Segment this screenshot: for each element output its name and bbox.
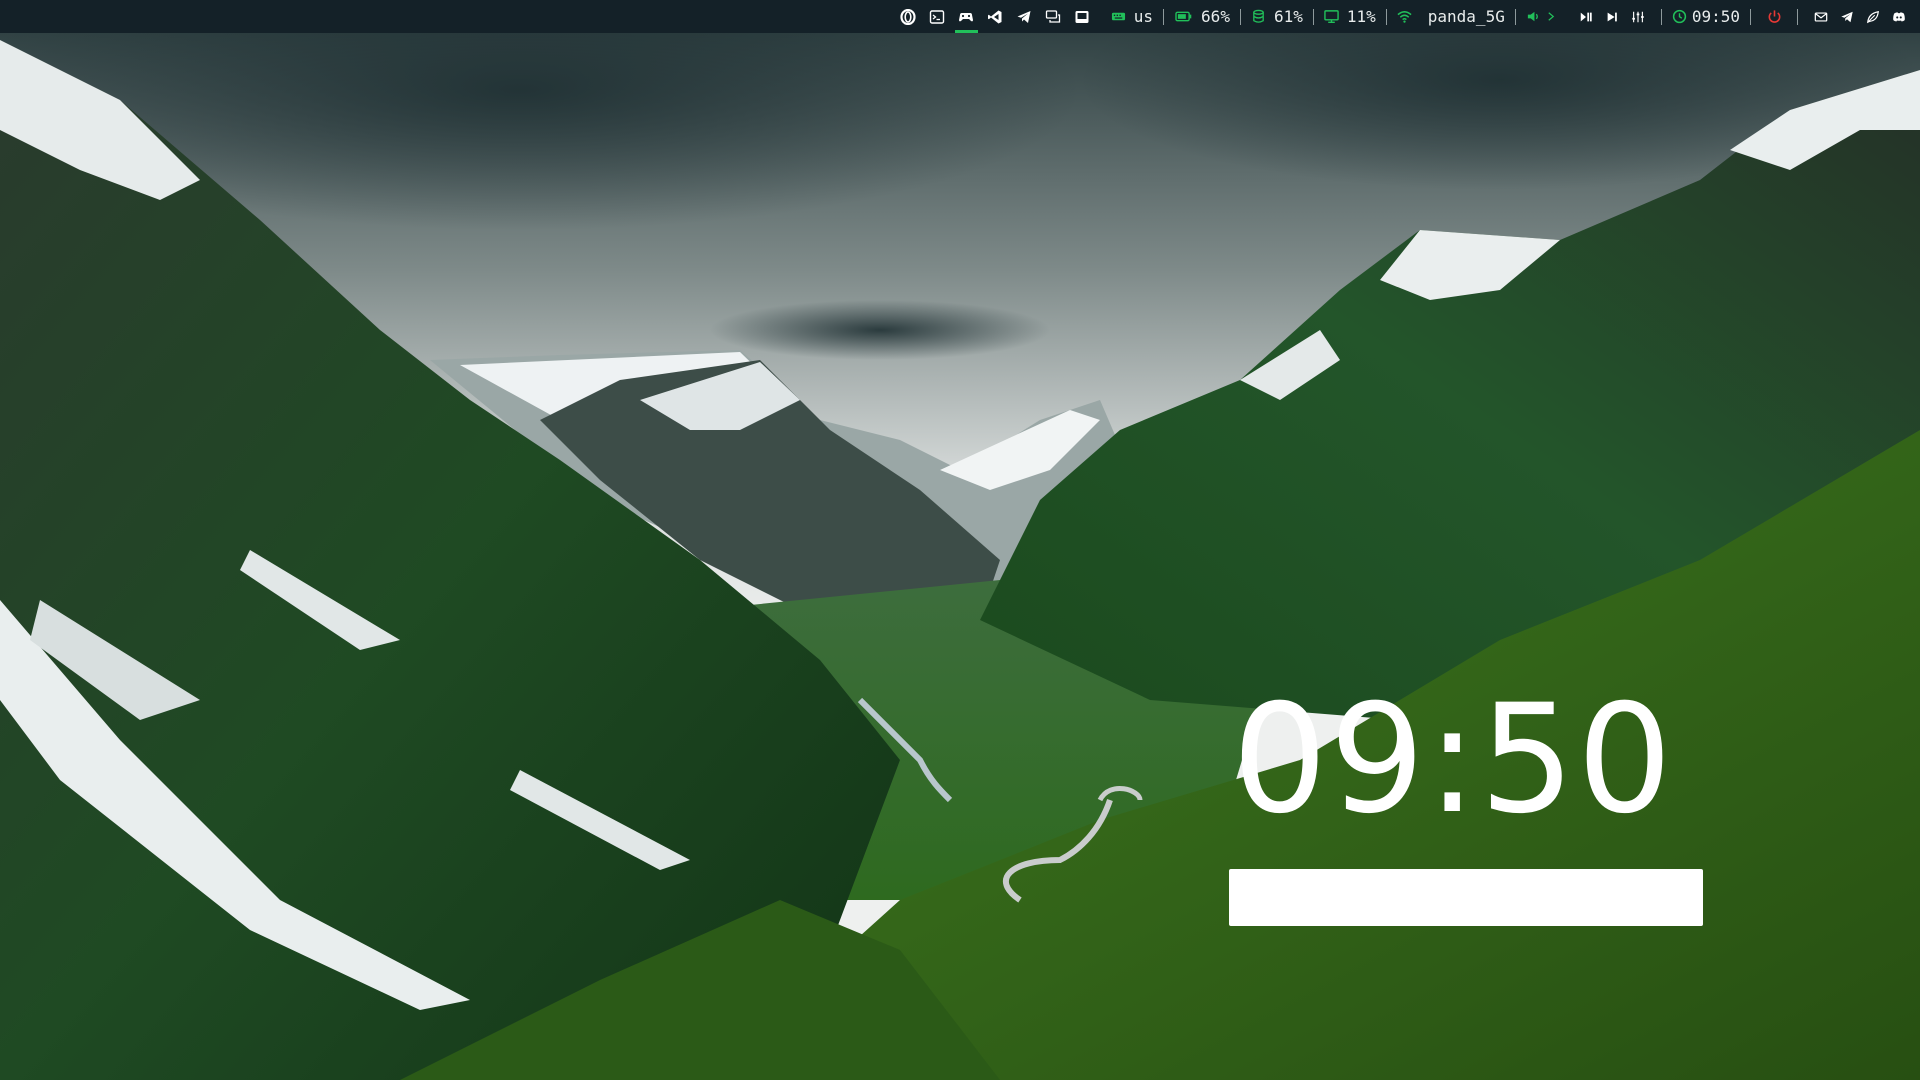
wifi-module[interactable]: panda_5G [1397,0,1505,33]
leaf-icon [1867,10,1879,23]
keyboard-layout-module[interactable]: us [1111,0,1153,33]
workspace-window[interactable] [1068,0,1097,33]
power-icon [1768,10,1780,23]
battery-icon [1175,11,1192,22]
monitor-icon [1324,10,1339,24]
system-tray [1808,0,1912,33]
volume-icon [1527,11,1538,22]
tray-telegram[interactable] [1834,0,1860,33]
play-pause-icon [1580,12,1592,21]
clock-module[interactable]: 09:50 [1672,0,1740,33]
separator [1239,8,1241,25]
workspace-terminal[interactable] [923,0,952,33]
database-icon [1253,9,1264,23]
sliders-icon [1632,11,1644,22]
vscode-icon [988,10,1002,23]
wifi-ssid: panda_5G [1427,7,1505,26]
top-bar: us 66% 61% 11% panda_5G 09:50 [0,0,1920,33]
keyboard-layout-label: us [1133,7,1154,26]
lock-screen-clock: 09:50 [1232,673,1675,847]
mixer-button[interactable] [1625,0,1651,33]
workspace-telegram[interactable] [1010,0,1039,33]
separator [1163,8,1165,25]
media-next-button[interactable] [1599,0,1625,33]
password-input[interactable] [1229,869,1703,926]
chevron-right-icon [1548,12,1555,21]
skip-next-icon [1607,12,1617,21]
media-play-pause-button[interactable] [1573,0,1599,33]
separator [1797,8,1798,25]
mail-icon [1814,11,1828,22]
power-button[interactable] [1761,0,1787,33]
battery-module[interactable]: 66% [1174,0,1230,33]
separator [1750,8,1751,25]
opera-icon [900,8,916,25]
tray-leaf[interactable] [1860,0,1886,33]
disk-usage: 61% [1273,7,1303,26]
workspace-chat[interactable] [1039,0,1068,33]
telegram-tray-icon [1841,11,1853,22]
telegram-icon [1017,10,1031,23]
terminal-icon [930,9,945,24]
tray-discord[interactable] [1886,0,1912,33]
discord-icon [1893,11,1905,22]
wifi-icon [1397,11,1412,23]
workspace-list [894,0,1097,33]
clock-icon [1672,9,1686,24]
topbar-clock: 09:50 [1691,7,1740,26]
window-icon [1075,10,1089,23]
cpu-usage: 11% [1346,7,1376,26]
workspace-code[interactable] [981,0,1010,33]
separator [1514,8,1516,25]
workspace-opera[interactable] [894,0,923,33]
disk-module[interactable]: 61% [1251,0,1303,33]
separator [1660,8,1662,25]
chat-icon [1046,9,1061,23]
workspace-games[interactable] [952,0,981,33]
volume-module[interactable] [1526,0,1557,33]
battery-level: 66% [1201,7,1230,26]
tray-mail[interactable] [1808,0,1834,33]
separator [1312,8,1314,25]
separator [1385,8,1387,25]
keyboard-icon [1111,12,1125,21]
cpu-module[interactable]: 11% [1324,0,1376,33]
gamepad-icon [959,12,974,21]
